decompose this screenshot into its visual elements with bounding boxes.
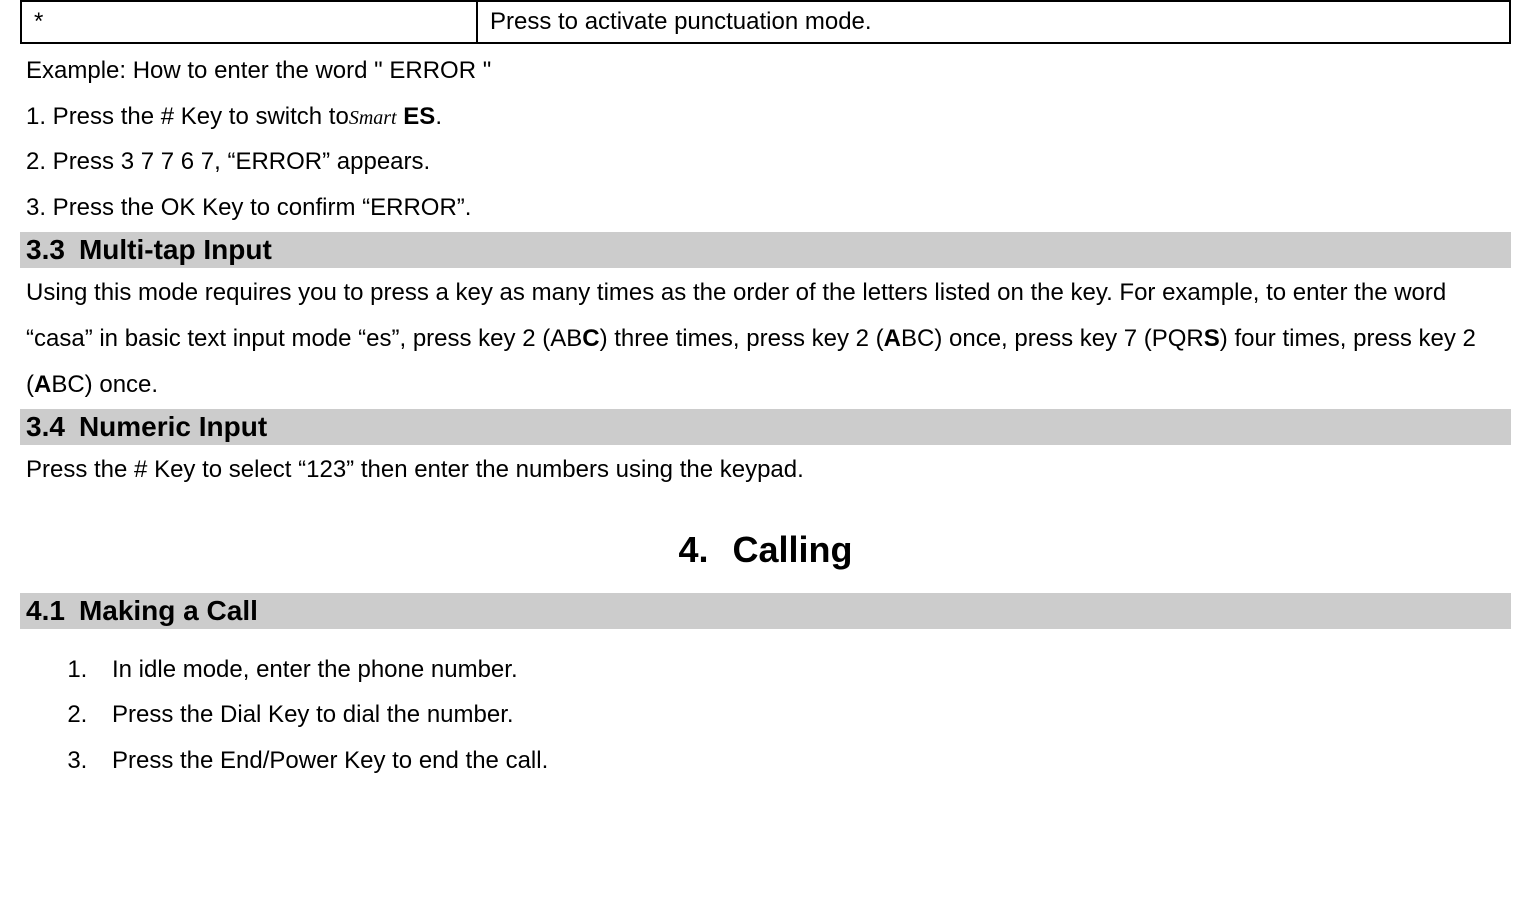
step1-es: ES xyxy=(397,103,436,130)
step1-period: . xyxy=(435,103,442,130)
body-e: BC) once, press key 7 (PQR xyxy=(901,325,1204,352)
bold-c: C xyxy=(582,325,599,352)
section-heading-3-3: 3.3 Multi-tap Input xyxy=(20,232,1511,268)
step1-text-a: 1. Press the # Key to switch to xyxy=(26,103,349,130)
example-title: Example: How to enter the word " ERROR " xyxy=(26,48,1505,94)
section-number: 3.4 xyxy=(26,411,65,442)
bold-s: S xyxy=(1204,325,1220,352)
body-c: ) three times, press key 2 ( xyxy=(600,325,884,352)
list-item: In idle mode, enter the phone number. xyxy=(94,647,1511,693)
desc-cell: Press to activate punctuation mode. xyxy=(477,1,1510,43)
example-block: Example: How to enter the word " ERROR "… xyxy=(20,48,1511,230)
body-i: BC) once. xyxy=(51,371,158,398)
example-step-3: 3. Press the OK Key to confirm “ERROR”. xyxy=(26,185,1505,231)
key-cell: * xyxy=(21,1,477,43)
list-item: Press the Dial Key to dial the number. xyxy=(94,692,1511,738)
making-call-steps: In idle mode, enter the phone number. Pr… xyxy=(48,647,1511,784)
section-number: 4.1 xyxy=(26,595,65,626)
bold-a2: A xyxy=(34,371,51,398)
example-step-2: 2. Press 3 7 7 6 7, “ERROR” appears. xyxy=(26,139,1505,185)
chapter-title-4: 4. Calling xyxy=(20,529,1511,571)
section-heading-3-4: 3.4 Numeric Input xyxy=(20,409,1511,445)
section-3-3-body: Using this mode requires you to press a … xyxy=(20,270,1511,407)
section-title: Multi-tap Input xyxy=(79,234,272,265)
section-title: Making a Call xyxy=(79,595,258,626)
section-title: Numeric Input xyxy=(79,411,267,442)
chapter-number: 4. xyxy=(678,529,708,570)
chapter-name: Calling xyxy=(733,529,853,570)
smart-icon: Smart xyxy=(349,107,397,129)
bold-a1: A xyxy=(884,325,901,352)
section-number: 3.3 xyxy=(26,234,65,265)
table-row: * Press to activate punctuation mode. xyxy=(21,1,1510,43)
section-3-4-body: Press the # Key to select “123” then ent… xyxy=(20,447,1511,493)
section-heading-4-1: 4.1 Making a Call xyxy=(20,593,1511,629)
key-description-table: * Press to activate punctuation mode. xyxy=(20,0,1511,44)
list-item: Press the End/Power Key to end the call. xyxy=(94,738,1511,784)
example-step-1: 1. Press the # Key to switch toSmart ES. xyxy=(26,94,1505,140)
